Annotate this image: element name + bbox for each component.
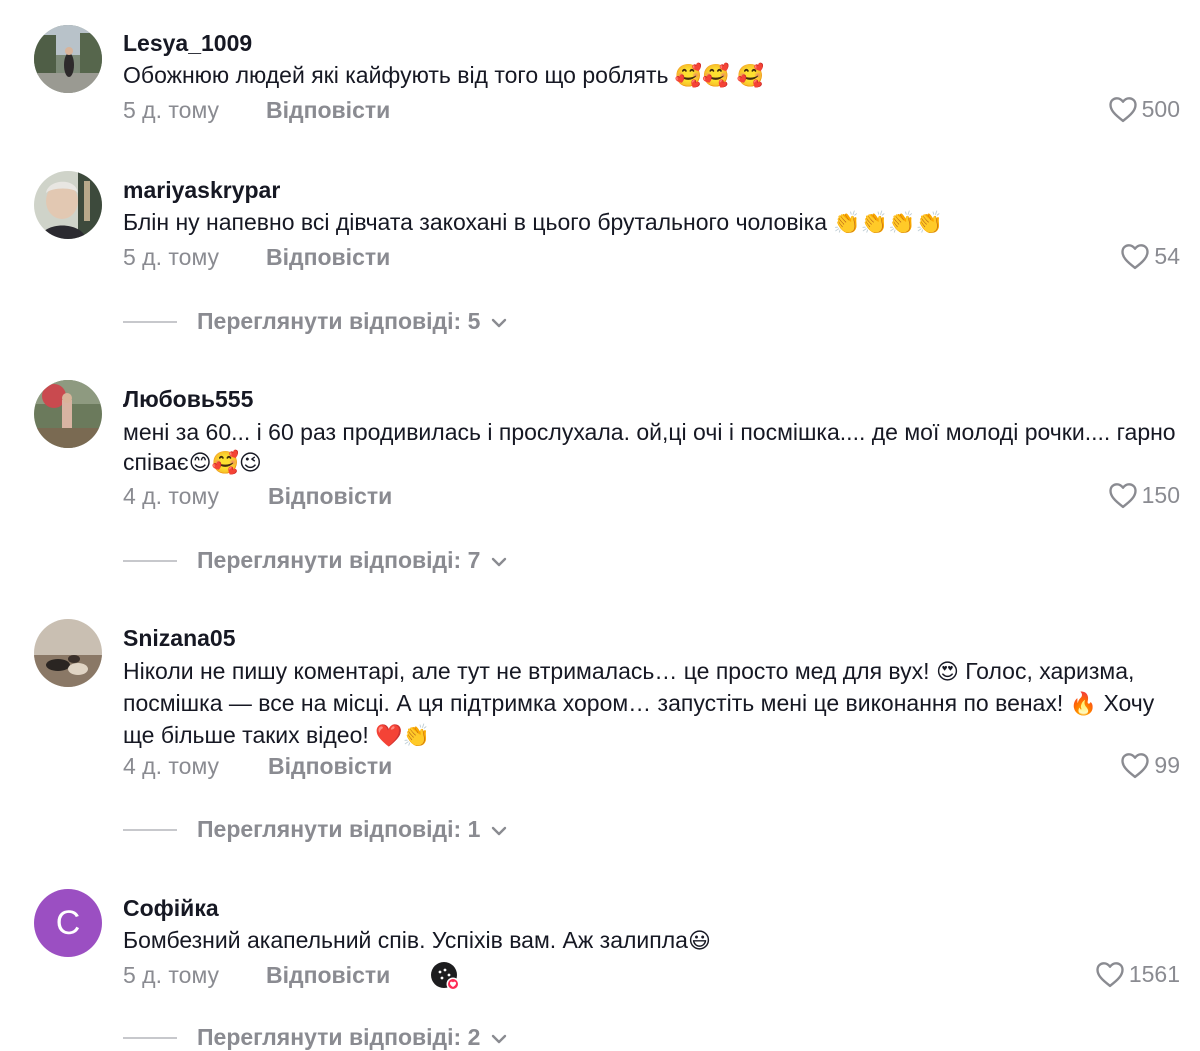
comment-body: Блін ну напевно всі дівчата закохані в ц…: [123, 209, 828, 235]
creator-liked-badge-icon: [430, 961, 460, 991]
grinning-emoji: 😃: [687, 929, 711, 954]
fire-emoji: 🔥: [1069, 692, 1098, 717]
view-replies-button[interactable]: Переглянути відповіді: 5: [123, 308, 508, 335]
like-count: 54: [1154, 242, 1180, 269]
comment-text: Ніколи не пишу коментарі, але тут не втр…: [123, 656, 1176, 752]
divider-line: [123, 828, 177, 831]
comment-username[interactable]: Любовь555: [123, 386, 253, 413]
reply-button[interactable]: Відповісти: [268, 483, 392, 510]
heart-outline-icon: [1108, 95, 1138, 123]
comment-text: Бомбезний акапельний спів. Успіхів вам. …: [123, 925, 1176, 957]
view-replies-label: Переглянути відповіді: 2: [197, 1024, 481, 1050]
chevron-down-icon: [490, 547, 508, 574]
chevron-down-icon: [490, 816, 508, 843]
comment-username[interactable]: Snizana05: [123, 625, 236, 652]
like-count: 500: [1141, 95, 1180, 122]
divider-line: [123, 320, 177, 323]
reply-button[interactable]: Відповісти: [266, 244, 390, 271]
view-replies-label: Переглянути відповіді: 5: [197, 308, 481, 334]
comment-text: Блін ну напевно всі дівчата закохані в ц…: [123, 207, 1176, 239]
heart-outline-icon: [1120, 751, 1150, 779]
avatar[interactable]: [34, 380, 102, 448]
like-button[interactable]: 99: [1120, 751, 1180, 779]
comment-timestamp: 5 д. тому: [123, 97, 220, 123]
divider-line: [123, 1036, 177, 1039]
like-button[interactable]: 150: [1108, 481, 1180, 509]
comment-timestamp: 5 д. тому: [123, 962, 220, 988]
reply-button[interactable]: Відповісти: [268, 753, 392, 780]
avatar[interactable]: [34, 171, 102, 239]
comment-body: мені за 60... і 60 раз продивилась і про…: [123, 419, 1176, 475]
like-button[interactable]: 500: [1108, 95, 1180, 123]
view-replies-label: Переглянути відповіді: 1: [197, 816, 481, 842]
comment-body: Обожнюю людей які кайфують від того що р…: [123, 62, 669, 88]
comment-text: мені за 60... і 60 раз продивилась і про…: [123, 417, 1176, 479]
emoji-group: 😊🥰😉: [188, 451, 262, 476]
comment-timestamp: 4 д. тому: [123, 483, 220, 509]
comment-username[interactable]: Софійка: [123, 895, 219, 922]
comment-body: Бомбезний акапельний спів. Успіхів вам. …: [123, 927, 688, 953]
reply-button[interactable]: Відповісти: [266, 97, 390, 124]
comment-username[interactable]: Lesya_1009: [123, 30, 252, 57]
like-count: 99: [1154, 751, 1180, 778]
comment-text: Обожнюю людей які кайфують від того що р…: [123, 60, 1176, 92]
like-button[interactable]: 1561: [1095, 960, 1180, 988]
comment-username[interactable]: mariyaskrypar: [123, 177, 280, 204]
chevron-down-icon: [490, 308, 508, 335]
reply-button[interactable]: Відповісти: [266, 962, 390, 989]
avatar[interactable]: С: [34, 889, 102, 957]
avatar[interactable]: [34, 619, 102, 687]
comment-timestamp: 5 д. тому: [123, 244, 220, 270]
heart-outline-icon: [1095, 960, 1125, 988]
view-replies-button[interactable]: Переглянути відповіді: 7: [123, 547, 508, 574]
divider-line: [123, 559, 177, 562]
view-replies-button[interactable]: Переглянути відповіді: 1: [123, 816, 508, 843]
chevron-down-icon: [490, 1024, 508, 1051]
emoji-group: 🥰🥰 🥰: [674, 64, 765, 89]
view-replies-button[interactable]: Переглянути відповіді: 2: [123, 1024, 508, 1051]
view-replies-label: Переглянути відповіді: 7: [197, 547, 481, 573]
emoji-group: 👏👏👏👏: [833, 211, 943, 236]
avatar[interactable]: [34, 25, 102, 93]
comment-body: Ніколи не пишу коментарі, але тут не втр…: [123, 658, 930, 684]
like-count: 1561: [1128, 960, 1180, 987]
comment-timestamp: 4 д. тому: [123, 753, 220, 779]
heart-outline-icon: [1120, 242, 1150, 270]
heart-eyes-emoji: 😍: [935, 660, 959, 685]
like-count: 150: [1141, 481, 1180, 508]
like-button[interactable]: 54: [1120, 242, 1180, 270]
heart-outline-icon: [1108, 481, 1138, 509]
emoji-group: ❤️👏: [375, 724, 430, 749]
